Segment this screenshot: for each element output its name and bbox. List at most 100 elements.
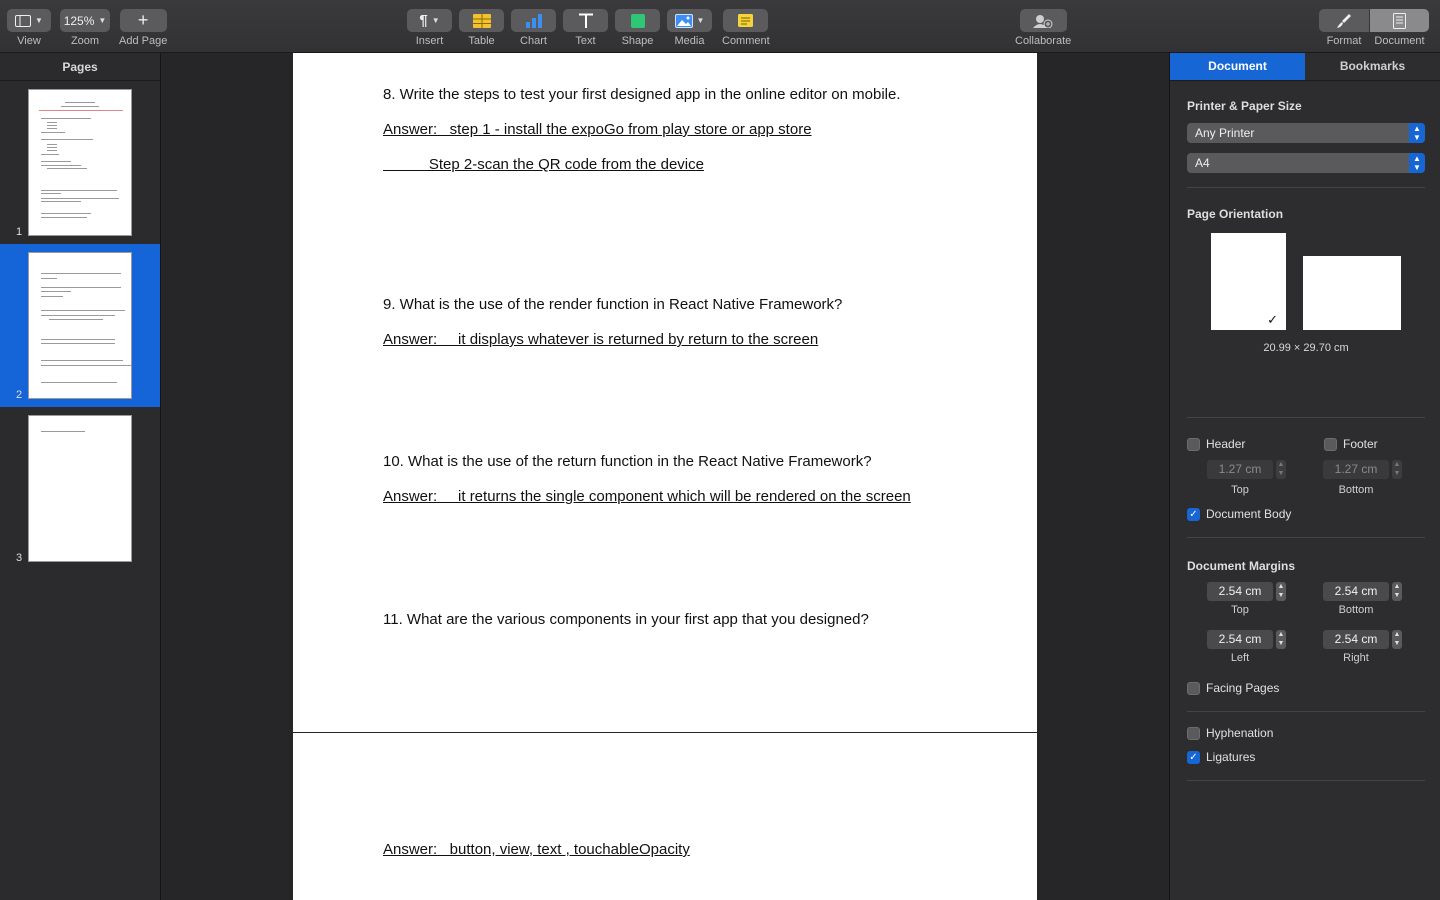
collaborate-icon (1033, 14, 1053, 28)
document-button[interactable] (1370, 9, 1429, 32)
text-label: Text (575, 35, 596, 47)
answer-10: Answer: it returns the single component … (383, 488, 911, 505)
paper-size-select[interactable]: A4 ▲ ▼ (1187, 153, 1425, 173)
page-thumbnail-2[interactable]: 2 (0, 244, 160, 407)
header-label: Header (1206, 437, 1246, 451)
select-arrows-icon: ▲ ▼ (1409, 153, 1425, 173)
insert-label: Insert (415, 35, 444, 47)
zoom-control[interactable]: 125% ▼ Zoom (60, 9, 110, 47)
zoom-select[interactable]: 125% ▼ (60, 9, 110, 32)
landscape-orientation-button[interactable] (1303, 256, 1401, 330)
question-11: 11. What are the various components in y… (383, 611, 869, 628)
header-distance-field[interactable]: 1.27 cm (1207, 460, 1273, 479)
chart-label: Chart (520, 35, 547, 47)
table-label: Table (468, 35, 495, 47)
hyphenation-label: Hyphenation (1206, 726, 1274, 740)
format-control[interactable]: Format (1319, 9, 1369, 47)
sidebar-title: Pages (0, 53, 160, 81)
comment-control[interactable]: Comment (722, 9, 770, 47)
comment-button[interactable] (723, 9, 769, 32)
page-thumbnail-image (28, 252, 132, 399)
margin-top-stepper[interactable]: ▲ ▼ (1276, 582, 1286, 601)
format-button[interactable] (1319, 9, 1369, 32)
hyphenation-checkbox[interactable]: Hyphenation (1187, 726, 1273, 740)
table-control[interactable]: Table (459, 9, 504, 47)
page-number: 1 (16, 226, 23, 238)
divider (1187, 417, 1425, 418)
answer-8-line-2: Step 2-scan the QR code from the device (383, 156, 704, 173)
paragraph-icon: ¶ (419, 12, 428, 29)
shape-button[interactable] (615, 9, 660, 32)
shape-control[interactable]: Shape (615, 9, 660, 47)
facing-pages-label: Facing Pages (1206, 681, 1280, 695)
insert-button[interactable]: ¶ ▼ (407, 9, 452, 32)
document-canvas[interactable]: 8. Write the steps to test your first de… (161, 53, 1169, 900)
chart-button[interactable] (511, 9, 556, 32)
footer-distance-stepper[interactable]: ▲ ▼ (1392, 460, 1402, 479)
ligatures-checkbox[interactable]: ✓ Ligatures (1187, 750, 1255, 764)
view-control[interactable]: ▼ View (7, 9, 51, 47)
footer-distance-field[interactable]: 1.27 cm (1323, 460, 1389, 479)
checkmark-icon: ✓ (1187, 507, 1200, 521)
shape-icon (630, 13, 645, 28)
view-button[interactable]: ▼ (7, 9, 51, 32)
plus-icon: + (137, 10, 149, 30)
collaborate-control[interactable]: Collaborate (1015, 9, 1071, 47)
chart-control[interactable]: Chart (511, 9, 556, 47)
document-inspector: Document Bookmarks Printer & Paper Size … (1169, 53, 1440, 900)
zoom-value: 125% (63, 13, 95, 28)
media-button[interactable]: ▼ (667, 9, 712, 32)
portrait-orientation-button[interactable]: ✓ (1211, 233, 1286, 330)
media-control[interactable]: ▼ Media (667, 9, 712, 47)
divider (1187, 187, 1425, 188)
tab-document[interactable]: Document (1170, 53, 1305, 80)
document-body-checkbox[interactable]: ✓ Document Body (1187, 507, 1291, 521)
page-thumbnail-1[interactable]: 1 (0, 81, 160, 244)
margin-bottom-stepper[interactable]: ▲ ▼ (1392, 582, 1402, 601)
page-size-label: 20.99 × 29.70 cm (1263, 342, 1349, 354)
margin-right-stepper[interactable]: ▲ ▼ (1392, 630, 1402, 649)
format-label: Format (1326, 35, 1362, 47)
document-page-3[interactable]: Answer: button, view, text , touchableOp… (293, 733, 1037, 900)
document-control[interactable]: Document (1370, 9, 1429, 47)
paintbrush-icon (1337, 13, 1351, 28)
margin-bottom-label: Bottom (1338, 604, 1374, 616)
checkbox-icon (1187, 726, 1200, 740)
table-button[interactable] (459, 9, 504, 32)
zoom-label: Zoom (70, 35, 100, 47)
divider (1187, 711, 1425, 712)
margin-top-field[interactable]: 2.54 cm (1207, 582, 1273, 601)
document-icon (1393, 12, 1406, 29)
page-thumbnail-3[interactable]: 3 (0, 407, 160, 570)
facing-pages-checkbox[interactable]: Facing Pages (1187, 681, 1279, 695)
margin-left-label: Left (1230, 652, 1250, 664)
photo-icon (674, 13, 693, 28)
table-icon (472, 13, 491, 28)
document-body-label: Document Body (1206, 507, 1292, 521)
collaborate-button[interactable] (1019, 9, 1067, 32)
insert-control[interactable]: ¶ ▼ Insert (407, 9, 452, 47)
document-page-2[interactable]: 8. Write the steps to test your first de… (293, 53, 1037, 732)
header-distance-stepper[interactable]: ▲ ▼ (1276, 460, 1286, 479)
divider (1187, 537, 1425, 538)
page-thumbnail-image (28, 89, 132, 236)
margin-left-field[interactable]: 2.54 cm (1207, 630, 1273, 649)
divider (1187, 780, 1425, 781)
margin-bottom-field[interactable]: 2.54 cm (1323, 582, 1389, 601)
view-label: View (17, 35, 41, 47)
comment-icon (738, 14, 754, 27)
tab-bookmarks[interactable]: Bookmarks (1305, 53, 1440, 80)
media-label: Media (674, 35, 705, 47)
ligatures-label: Ligatures (1206, 750, 1256, 764)
select-arrows-icon: ▲ ▼ (1409, 123, 1425, 143)
footer-bottom-label: Bottom (1338, 484, 1374, 496)
margin-left-stepper[interactable]: ▲ ▼ (1276, 630, 1286, 649)
header-checkbox[interactable]: Header (1187, 437, 1245, 451)
margin-right-field[interactable]: 2.54 cm (1323, 630, 1389, 649)
add-page-control[interactable]: + Add Page (119, 9, 167, 47)
add-page-button[interactable]: + (119, 9, 167, 32)
printer-select[interactable]: Any Printer ▲ ▼ (1187, 123, 1425, 143)
text-button[interactable] (563, 9, 608, 32)
footer-checkbox[interactable]: Footer (1324, 437, 1378, 451)
text-control[interactable]: Text (563, 9, 608, 47)
